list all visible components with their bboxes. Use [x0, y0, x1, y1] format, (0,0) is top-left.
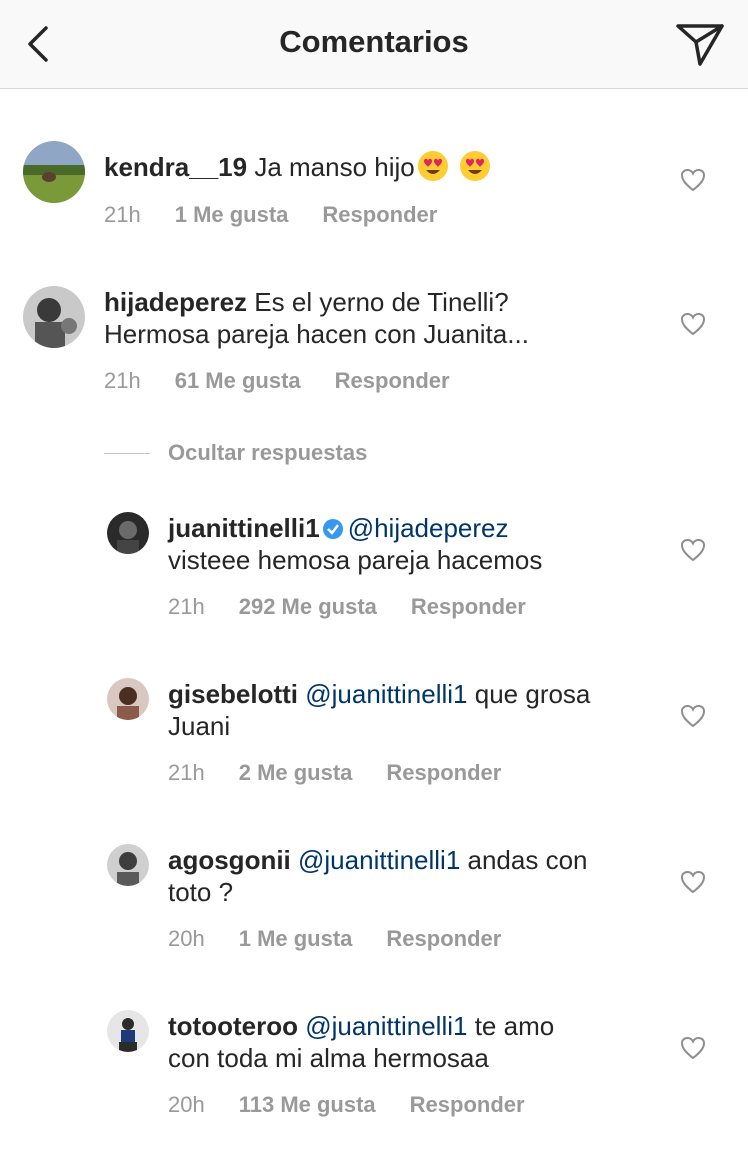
comment-body: Ja manso hijo [254, 152, 415, 182]
timestamp: 20h [168, 926, 205, 951]
heart-icon[interactable] [680, 704, 706, 728]
avatar[interactable] [23, 286, 85, 348]
hide-replies-label[interactable]: Ocultar respuestas [168, 440, 367, 466]
reply-button[interactable]: Responder [386, 926, 501, 951]
timestamp: 21h [168, 760, 205, 785]
comment-text: kendra__19 Ja manso hijo [104, 150, 664, 183]
avatar[interactable] [107, 844, 149, 886]
likes-count[interactable]: 2 Me gusta [239, 760, 353, 785]
comment-meta: 21h 2 Me gusta Responder [168, 760, 535, 786]
mention-link[interactable]: @juanittinelli1 [305, 679, 467, 709]
divider [104, 453, 150, 454]
timestamp: 20h [168, 1092, 205, 1117]
heart-icon[interactable] [680, 168, 706, 192]
comment-text: juanittinelli1 @hijadeperez visteee hemos… [168, 512, 668, 576]
username[interactable]: kendra__19 [104, 152, 247, 182]
timestamp: 21h [168, 594, 205, 619]
comment-meta: 20h 113 Me gusta Responder [168, 1092, 559, 1118]
reply-button[interactable]: Responder [411, 594, 526, 619]
reply-button[interactable]: Responder [386, 760, 501, 785]
page-title: Comentarios [279, 24, 469, 59]
username[interactable]: hijadeperez [104, 287, 247, 317]
header-bar: Comentarios [0, 0, 748, 89]
comment-text: totooteroo @juanittinelli1 te amo con to… [168, 1010, 668, 1074]
avatar[interactable] [107, 678, 149, 720]
likes-count[interactable]: 1 Me gusta [175, 202, 289, 227]
comment-body-line2: Hermosa pareja hacen con Juanita... [104, 319, 529, 349]
mention-link[interactable]: @juanittinelli1 [305, 1011, 467, 1041]
comment-body: que grosa [474, 679, 591, 709]
likes-count[interactable]: 292 Me gusta [239, 594, 377, 619]
comment-body: Es el yerno de Tinelli? [254, 287, 509, 317]
heart-icon[interactable] [680, 1036, 706, 1060]
comment-body: te amo [474, 1011, 555, 1041]
comment-body-line2: toto ? [168, 877, 234, 907]
likes-count[interactable]: 1 Me gusta [239, 926, 353, 951]
username[interactable]: agosgonii [168, 845, 291, 875]
reply-button[interactable]: Responder [322, 202, 437, 227]
reply-button[interactable]: Responder [410, 1092, 525, 1117]
avatar[interactable] [23, 141, 85, 203]
comment-body-line2: Juani [168, 711, 231, 741]
comment-text: gisebelotti @juanittinelli1 que grosa Ju… [168, 678, 668, 742]
username[interactable]: gisebelotti [168, 679, 298, 709]
timestamp: 21h [104, 368, 141, 393]
heart-icon[interactable] [680, 312, 706, 336]
username[interactable]: totooteroo [168, 1011, 298, 1041]
comment-meta: 20h 1 Me gusta Responder [168, 926, 535, 952]
comment-text: hijadeperez Es el yerno de Tinelli? Herm… [104, 286, 664, 350]
heart-eyes-emoji [417, 151, 448, 181]
avatar[interactable] [107, 512, 149, 554]
avatar[interactable] [107, 1010, 149, 1052]
comment-text: agosgonii @juanittinelli1 andas con toto… [168, 844, 668, 908]
comment-body: visteee hemosa pareja hacemos [168, 545, 543, 575]
mention-link[interactable]: @hijadeperez [348, 513, 509, 543]
heart-icon[interactable] [680, 538, 706, 562]
comment-body-line2: con toda mi alma hermosaa [168, 1043, 489, 1073]
comment-meta: 21h 1 Me gusta Responder [104, 202, 471, 228]
likes-count[interactable]: 113 Me gusta [239, 1092, 376, 1117]
heart-eyes-emoji [459, 151, 490, 181]
comment-body: andas con [467, 845, 588, 875]
verified-badge-icon [322, 519, 343, 539]
comment-meta: 21h 292 Me gusta Responder [168, 594, 560, 620]
comment-meta: 21h 61 Me gusta Responder [104, 368, 484, 394]
username[interactable]: juanittinelli1 [168, 513, 320, 543]
heart-icon[interactable] [680, 870, 706, 894]
reply-button[interactable]: Responder [335, 368, 450, 393]
likes-count[interactable]: 61 Me gusta [175, 368, 301, 393]
mention-link[interactable]: @juanittinelli1 [298, 845, 460, 875]
paper-plane-icon[interactable] [674, 20, 726, 68]
timestamp: 21h [104, 202, 141, 227]
